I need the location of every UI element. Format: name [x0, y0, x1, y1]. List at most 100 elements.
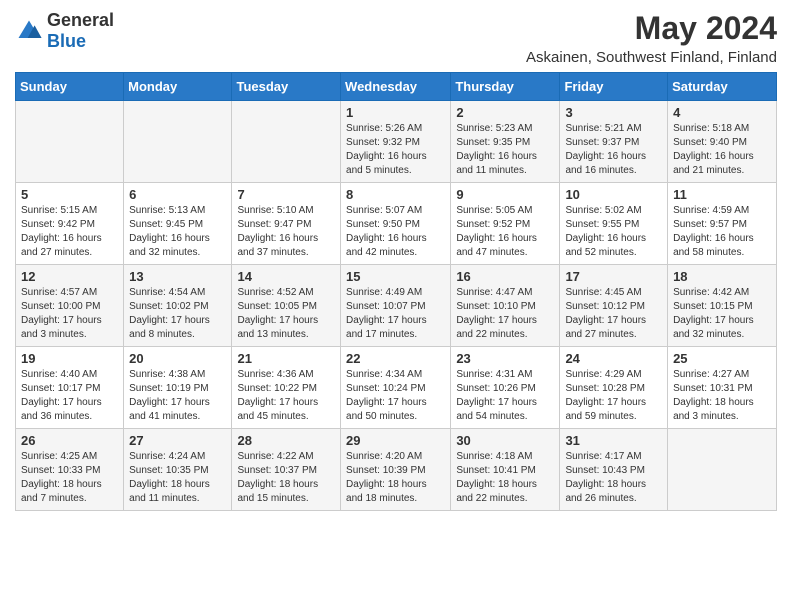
day-number: 13 [129, 269, 226, 284]
calendar-cell: 5 Sunrise: 5:15 AM Sunset: 9:42 PM Daylig… [16, 183, 124, 265]
logo: General Blue [15, 10, 114, 52]
calendar-header-thursday: Thursday [451, 73, 560, 101]
day-number: 17 [565, 269, 662, 284]
day-number: 25 [673, 351, 771, 366]
calendar-cell: 1Sunrise: 5:26 AM Sunset: 9:32 PM Daylig… [341, 101, 451, 183]
calendar-cell: 19 Sunrise: 4:40 AM Sunset: 10:17 PM Dayl… [16, 347, 124, 429]
day-number: 7 [237, 187, 335, 202]
day-number: 6 [129, 187, 226, 202]
logo-general: General [47, 10, 114, 30]
calendar-header-friday: Friday [560, 73, 668, 101]
calendar-cell: 11Sunrise: 4:59 AM Sunset: 9:57 PM Dayli… [668, 183, 777, 265]
day-number: 28 [237, 433, 335, 448]
calendar-cell: 7 Sunrise: 5:10 AM Sunset: 9:47 PM Daylig… [232, 183, 341, 265]
calendar-cell: 18 Sunrise: 4:42 AM Sunset: 10:15 PM Dayl… [668, 265, 777, 347]
day-info: Sunrise: 4:54 AM Sunset: 10:02 PM Daylig… [129, 286, 226, 342]
day-number: 31 [565, 433, 662, 448]
day-info: Sunrise: 4:22 AM Sunset: 10:37 PM Daylig… [237, 450, 335, 506]
day-info: Sunrise: 4:27 AM Sunset: 10:31 PM Daylig… [673, 368, 771, 424]
day-info: Sunrise: 5:07 AM Sunset: 9:50 PM Dayligh… [346, 204, 445, 260]
day-info: Sunrise: 4:17 AM Sunset: 10:43 PM Daylig… [565, 450, 662, 506]
calendar-cell: 25 Sunrise: 4:27 AM Sunset: 10:31 PM Dayl… [668, 347, 777, 429]
day-number: 8 [346, 187, 445, 202]
day-number: 20 [129, 351, 226, 366]
day-number: 1 [346, 105, 445, 120]
day-number: 19 [21, 351, 118, 366]
day-info: Sunrise: 4:34 AM Sunset: 10:24 PM Daylig… [346, 368, 445, 424]
calendar-header-row: SundayMondayTuesdayWednesdayThursdayFrid… [16, 73, 777, 101]
day-info: Sunrise: 5:05 AM Sunset: 9:52 PM Dayligh… [456, 204, 554, 260]
day-info: Sunrise: 4:20 AM Sunset: 10:39 PM Daylig… [346, 450, 445, 506]
calendar-cell: 10 Sunrise: 5:02 AM Sunset: 9:55 PM Dayli… [560, 183, 668, 265]
calendar-week-1: 1Sunrise: 5:26 AM Sunset: 9:32 PM Daylig… [16, 101, 777, 183]
day-number: 2 [456, 105, 554, 120]
day-info: Sunrise: 5:13 AM Sunset: 9:45 PM Dayligh… [129, 204, 226, 260]
calendar-table: SundayMondayTuesdayWednesdayThursdayFrid… [15, 72, 777, 511]
day-info: Sunrise: 5:02 AM Sunset: 9:55 PM Dayligh… [565, 204, 662, 260]
calendar-header-saturday: Saturday [668, 73, 777, 101]
calendar-cell [124, 101, 232, 183]
calendar-cell: 3Sunrise: 5:21 AM Sunset: 9:37 PM Daylig… [560, 101, 668, 183]
calendar-week-5: 26Sunrise: 4:25 AM Sunset: 10:33 PM Dayl… [16, 429, 777, 511]
day-info: Sunrise: 4:18 AM Sunset: 10:41 PM Daylig… [456, 450, 554, 506]
day-number: 27 [129, 433, 226, 448]
day-info: Sunrise: 5:10 AM Sunset: 9:47 PM Dayligh… [237, 204, 335, 260]
calendar-cell: 8 Sunrise: 5:07 AM Sunset: 9:50 PM Daylig… [341, 183, 451, 265]
day-number: 12 [21, 269, 118, 284]
calendar-cell: 16 Sunrise: 4:47 AM Sunset: 10:10 PM Dayl… [451, 265, 560, 347]
day-number: 3 [565, 105, 662, 120]
calendar-header-tuesday: Tuesday [232, 73, 341, 101]
day-number: 14 [237, 269, 335, 284]
calendar-cell: 31 Sunrise: 4:17 AM Sunset: 10:43 PM Dayl… [560, 429, 668, 511]
calendar-cell [16, 101, 124, 183]
day-info: Sunrise: 4:29 AM Sunset: 10:28 PM Daylig… [565, 368, 662, 424]
day-info: Sunrise: 4:24 AM Sunset: 10:35 PM Daylig… [129, 450, 226, 506]
day-number: 18 [673, 269, 771, 284]
day-info: Sunrise: 4:25 AM Sunset: 10:33 PM Daylig… [21, 450, 118, 506]
calendar-cell: 2 Sunrise: 5:23 AM Sunset: 9:35 PM Daylig… [451, 101, 560, 183]
calendar-cell: 9 Sunrise: 5:05 AM Sunset: 9:52 PM Daylig… [451, 183, 560, 265]
day-number: 15 [346, 269, 445, 284]
day-info: Sunrise: 5:18 AM Sunset: 9:40 PM Dayligh… [673, 122, 771, 178]
day-number: 24 [565, 351, 662, 366]
day-info: Sunrise: 4:40 AM Sunset: 10:17 PM Daylig… [21, 368, 118, 424]
day-info: Sunrise: 4:45 AM Sunset: 10:12 PM Daylig… [565, 286, 662, 342]
calendar-cell: 6 Sunrise: 5:13 AM Sunset: 9:45 PM Daylig… [124, 183, 232, 265]
day-info: Sunrise: 4:47 AM Sunset: 10:10 PM Daylig… [456, 286, 554, 342]
day-number: 9 [456, 187, 554, 202]
calendar-cell: 12Sunrise: 4:57 AM Sunset: 10:00 PM Dayl… [16, 265, 124, 347]
day-number: 23 [456, 351, 554, 366]
calendar-cell: 27 Sunrise: 4:24 AM Sunset: 10:35 PM Dayl… [124, 429, 232, 511]
day-number: 22 [346, 351, 445, 366]
day-info: Sunrise: 4:59 AM Sunset: 9:57 PM Dayligh… [673, 204, 771, 260]
day-number: 10 [565, 187, 662, 202]
calendar-cell: 15 Sunrise: 4:49 AM Sunset: 10:07 PM Dayl… [341, 265, 451, 347]
day-info: Sunrise: 4:49 AM Sunset: 10:07 PM Daylig… [346, 286, 445, 342]
calendar-cell: 26Sunrise: 4:25 AM Sunset: 10:33 PM Dayl… [16, 429, 124, 511]
day-number: 16 [456, 269, 554, 284]
day-info: Sunrise: 4:42 AM Sunset: 10:15 PM Daylig… [673, 286, 771, 342]
day-number: 5 [21, 187, 118, 202]
day-info: Sunrise: 5:15 AM Sunset: 9:42 PM Dayligh… [21, 204, 118, 260]
day-info: Sunrise: 5:23 AM Sunset: 9:35 PM Dayligh… [456, 122, 554, 178]
main-title: May 2024 [526, 10, 777, 47]
calendar-cell: 4 Sunrise: 5:18 AM Sunset: 9:40 PM Daylig… [668, 101, 777, 183]
calendar-cell: 29 Sunrise: 4:20 AM Sunset: 10:39 PM Dayl… [341, 429, 451, 511]
calendar-cell [232, 101, 341, 183]
calendar-cell: 23 Sunrise: 4:31 AM Sunset: 10:26 PM Dayl… [451, 347, 560, 429]
title-area: May 2024 Askainen, Southwest Finland, Fi… [526, 10, 777, 66]
calendar-cell: 22 Sunrise: 4:34 AM Sunset: 10:24 PM Dayl… [341, 347, 451, 429]
day-number: 4 [673, 105, 771, 120]
calendar-cell: 28 Sunrise: 4:22 AM Sunset: 10:37 PM Dayl… [232, 429, 341, 511]
page-header: General Blue May 2024 Askainen, Southwes… [15, 10, 777, 66]
calendar-cell [668, 429, 777, 511]
calendar-cell: 14Sunrise: 4:52 AM Sunset: 10:05 PM Dayl… [232, 265, 341, 347]
calendar-cell: 20Sunrise: 4:38 AM Sunset: 10:19 PM Dayl… [124, 347, 232, 429]
day-number: 29 [346, 433, 445, 448]
day-info: Sunrise: 4:31 AM Sunset: 10:26 PM Daylig… [456, 368, 554, 424]
calendar-header-wednesday: Wednesday [341, 73, 451, 101]
calendar-cell: 21Sunrise: 4:36 AM Sunset: 10:22 PM Dayl… [232, 347, 341, 429]
day-info: Sunrise: 4:36 AM Sunset: 10:22 PM Daylig… [237, 368, 335, 424]
calendar-header-sunday: Sunday [16, 73, 124, 101]
calendar-week-2: 5 Sunrise: 5:15 AM Sunset: 9:42 PM Daylig… [16, 183, 777, 265]
